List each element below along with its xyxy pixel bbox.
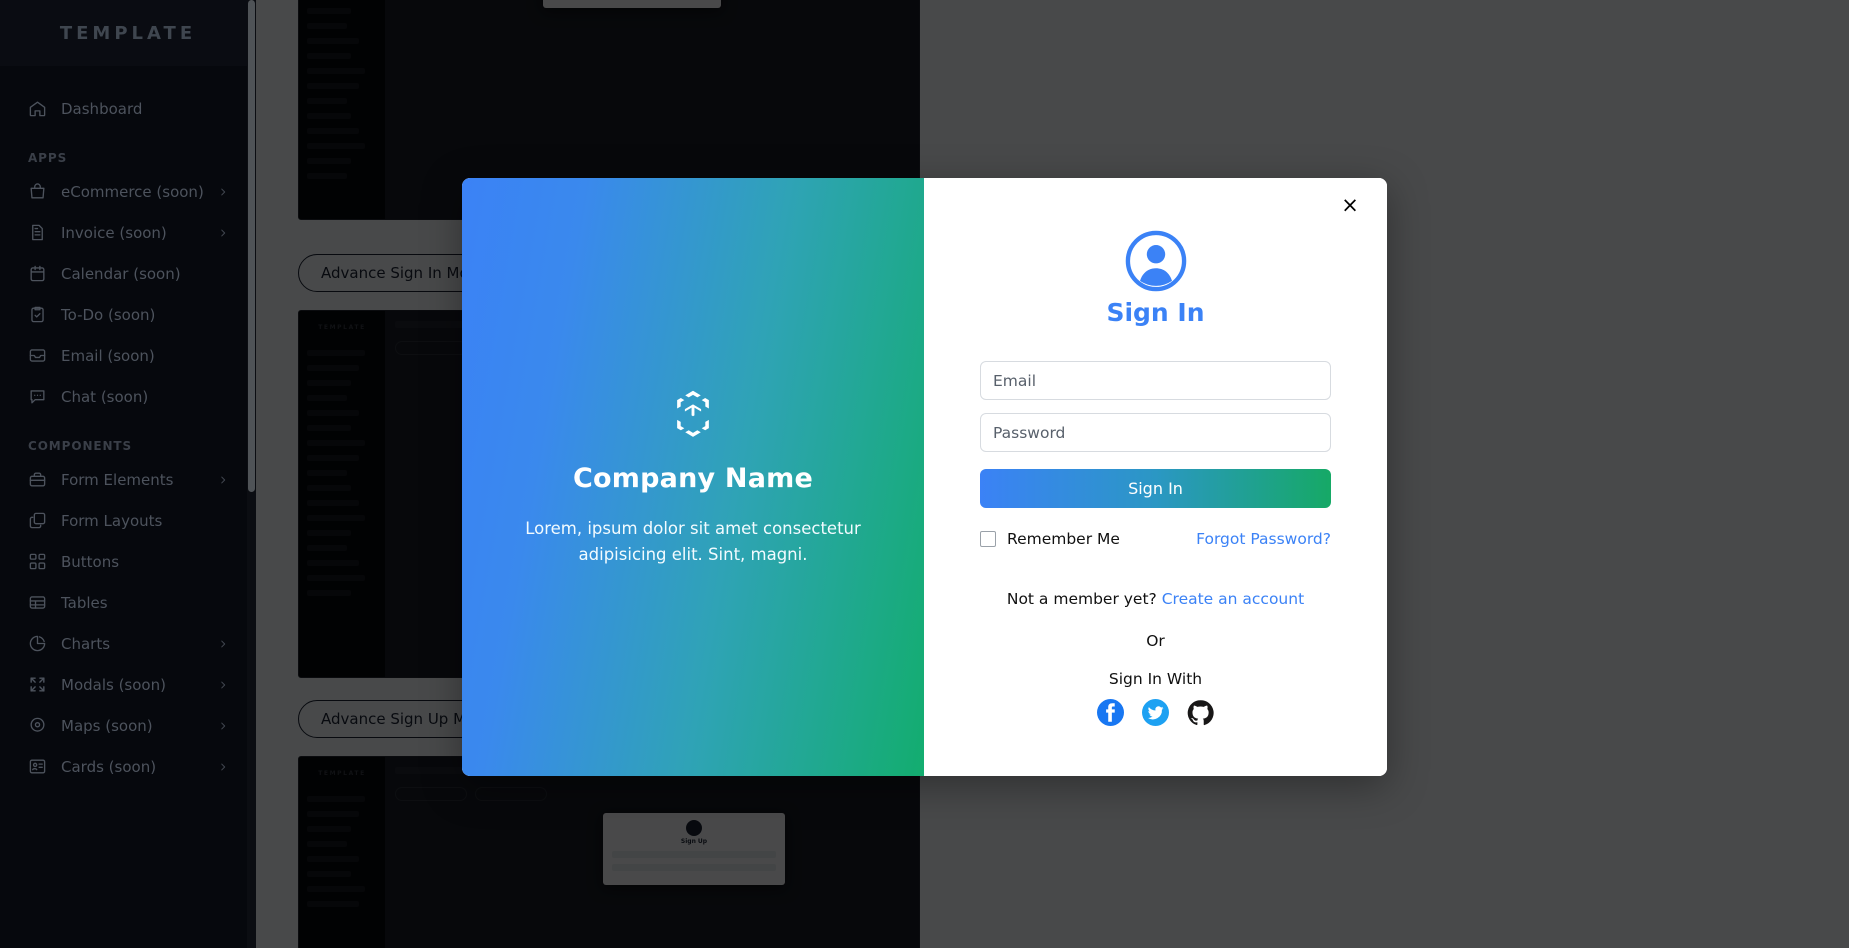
expand-icon bbox=[28, 675, 47, 694]
facebook-icon[interactable] bbox=[1097, 699, 1124, 726]
sidebar-item-invoice[interactable]: Invoice (soon) bbox=[0, 212, 256, 253]
sidebar-item-label: Calendar (soon) bbox=[61, 264, 181, 283]
sidebar-scrollbar-thumb[interactable] bbox=[248, 0, 255, 492]
sidebar-item-label: eCommerce (soon) bbox=[61, 182, 204, 201]
map-pin-icon bbox=[28, 716, 47, 735]
briefcase-icon bbox=[28, 470, 47, 489]
sidebar-item-label: Maps (soon) bbox=[61, 716, 153, 735]
company-name: Company Name bbox=[573, 463, 813, 495]
sidebar-item-label: Dashboard bbox=[61, 99, 143, 118]
close-icon[interactable]: × bbox=[1335, 190, 1365, 220]
sign-in-submit-button[interactable]: Sign In bbox=[980, 469, 1331, 508]
sidebar-group-apps: APPS bbox=[28, 151, 68, 165]
sidebar-item-label: Form Layouts bbox=[61, 511, 163, 530]
inbox-icon bbox=[28, 346, 47, 365]
brand-text: TEMPLATE bbox=[59, 22, 197, 44]
id-card-icon bbox=[28, 757, 47, 776]
chat-bubble-icon bbox=[28, 387, 47, 406]
sign-in-with-text: Sign In With bbox=[1108, 670, 1203, 688]
sidebar-item-dashboard[interactable]: Dashboard bbox=[0, 88, 256, 129]
remember-me-checkbox[interactable]: Remember Me bbox=[980, 530, 1120, 548]
sidebar-item-form-layouts[interactable]: Form Layouts bbox=[0, 500, 256, 541]
sidebar-item-label: Tables bbox=[61, 593, 108, 612]
forgot-password-link[interactable]: Forgot Password? bbox=[1196, 530, 1331, 548]
sidebar-scrollbar-track[interactable] bbox=[247, 0, 256, 948]
sidebar-nav: Dashboard APPS eCommerce (soon) Invoice … bbox=[0, 66, 256, 787]
sidebar-group-components: COMPONENTS bbox=[28, 439, 133, 453]
sidebar-item-todo[interactable]: To-Do (soon) bbox=[0, 294, 256, 335]
sidebar-item-label: Buttons bbox=[61, 552, 120, 571]
sidebar-item-calendar[interactable]: Calendar (soon) bbox=[0, 253, 256, 294]
social-login-row bbox=[980, 699, 1331, 726]
clipboard-check-icon bbox=[28, 305, 47, 324]
sidebar-item-form-elements[interactable]: Form Elements bbox=[0, 459, 256, 500]
pie-chart-icon bbox=[28, 634, 47, 653]
advance-sign-in-modal: Company Name Lorem, ipsum dolor sit amet… bbox=[462, 178, 1387, 776]
calendar-icon bbox=[28, 264, 47, 283]
table-icon bbox=[28, 593, 47, 612]
sidebar-item-cards[interactable]: Cards (soon) bbox=[0, 746, 256, 787]
page-title: Sign In bbox=[1106, 298, 1205, 327]
sidebar-item-label: Email (soon) bbox=[61, 346, 155, 365]
chevron-right-icon bbox=[218, 639, 228, 649]
or-divider-text: Or bbox=[1146, 632, 1165, 650]
app-root: TEMPLATE Dashboard APPS eCommerce (soon) bbox=[0, 0, 1849, 948]
copy-icon bbox=[28, 511, 47, 530]
sidebar-item-buttons[interactable]: Buttons bbox=[0, 541, 256, 582]
modal-brand-panel: Company Name Lorem, ipsum dolor sit amet… bbox=[462, 178, 924, 776]
home-icon bbox=[28, 99, 47, 118]
not-a-member-row: Not a member yet? Create an account bbox=[980, 590, 1331, 608]
user-avatar-icon bbox=[1125, 230, 1187, 292]
sidebar: TEMPLATE Dashboard APPS eCommerce (soon) bbox=[0, 0, 256, 948]
remember-me-label: Remember Me bbox=[1007, 530, 1120, 548]
twitter-icon[interactable] bbox=[1142, 699, 1169, 726]
sidebar-item-label: Charts bbox=[61, 634, 111, 653]
sidebar-item-label: Modals (soon) bbox=[61, 675, 166, 694]
sidebar-item-label: Invoice (soon) bbox=[61, 223, 167, 242]
sidebar-item-label: To-Do (soon) bbox=[61, 305, 156, 324]
sidebar-item-maps[interactable]: Maps (soon) bbox=[0, 705, 256, 746]
sidebar-brand[interactable]: TEMPLATE bbox=[0, 0, 256, 66]
document-icon bbox=[28, 223, 47, 242]
checkbox-box-icon[interactable] bbox=[980, 531, 996, 547]
sidebar-item-email[interactable]: Email (soon) bbox=[0, 335, 256, 376]
github-icon[interactable] bbox=[1187, 699, 1214, 726]
sidebar-item-chat[interactable]: Chat (soon) bbox=[0, 376, 256, 417]
chevron-right-icon bbox=[218, 721, 228, 731]
grid-icon bbox=[28, 552, 47, 571]
chevron-right-icon bbox=[218, 228, 228, 238]
sidebar-item-charts[interactable]: Charts bbox=[0, 623, 256, 664]
not-a-member-text: Not a member yet? bbox=[1006, 590, 1157, 608]
create-account-link[interactable]: Create an account bbox=[1162, 590, 1304, 608]
shopping-bag-icon bbox=[28, 182, 47, 201]
sidebar-item-label: Form Elements bbox=[61, 470, 174, 489]
company-description: Lorem, ipsum dolor sit amet consectetur … bbox=[525, 519, 861, 564]
sidebar-item-label: Chat (soon) bbox=[61, 387, 149, 406]
password-input[interactable] bbox=[980, 413, 1331, 452]
sidebar-item-modals[interactable]: Modals (soon) bbox=[0, 664, 256, 705]
modal-form-panel: × Sign In Sign In Remember Me Forgot Pas… bbox=[924, 178, 1387, 776]
chevron-right-icon bbox=[218, 475, 228, 485]
cube-logo-icon bbox=[666, 387, 720, 441]
sidebar-item-label: Cards (soon) bbox=[61, 757, 157, 776]
options-row: Remember Me Forgot Password? bbox=[980, 530, 1331, 548]
chevron-right-icon bbox=[218, 762, 228, 772]
email-input[interactable] bbox=[980, 361, 1331, 400]
sidebar-item-ecommerce[interactable]: eCommerce (soon) bbox=[0, 171, 256, 212]
sidebar-item-tables[interactable]: Tables bbox=[0, 582, 256, 623]
chevron-right-icon bbox=[218, 187, 228, 197]
chevron-right-icon bbox=[218, 680, 228, 690]
